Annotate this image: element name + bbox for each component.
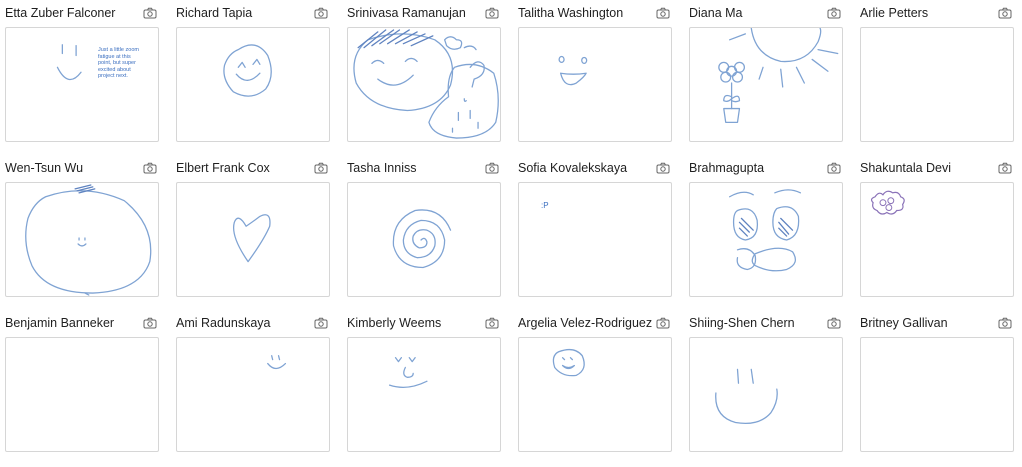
camera-icon[interactable] <box>314 316 328 329</box>
camera-icon[interactable] <box>827 316 841 329</box>
board-text: :P <box>541 201 549 210</box>
camera-icon[interactable] <box>143 6 157 19</box>
participant-card: Ami Radunskaya <box>171 310 331 460</box>
participant-card: Etta Zuber Falconer Just a little zoom f… <box>0 0 160 150</box>
participant-card: Brahmagupta <box>684 155 844 305</box>
participant-name: Shiing-Shen Chern <box>689 316 795 330</box>
participant-name: Argelia Velez-Rodriguez <box>518 316 653 330</box>
participant-card: Tasha Inniss <box>342 155 502 305</box>
participant-name: Arlie Petters <box>860 6 929 20</box>
camera-icon[interactable] <box>827 161 841 174</box>
camera-icon[interactable] <box>485 316 499 329</box>
participant-card: Shakuntala Devi <box>855 155 1015 305</box>
drawing-board[interactable] <box>5 182 159 297</box>
participant-card: Kimberly Weems <box>342 310 502 460</box>
camera-icon[interactable] <box>998 6 1012 19</box>
camera-icon[interactable] <box>998 161 1012 174</box>
drawing-board[interactable] <box>860 27 1014 142</box>
camera-icon[interactable] <box>314 6 328 19</box>
participant-name: Brahmagupta <box>689 161 765 175</box>
participant-name: Sofia Kovalekskaya <box>518 161 628 175</box>
participant-card: Argelia Velez-Rodriguez <box>513 310 673 460</box>
drawing-board[interactable] <box>689 337 843 452</box>
participant-name: Richard Tapia <box>176 6 253 20</box>
participant-name: Shakuntala Devi <box>860 161 952 175</box>
participant-card: Srinivasa Ramanujan <box>342 0 502 150</box>
participant-card: Shiing-Shen Chern <box>684 310 844 460</box>
participant-card: Talitha Washington <box>513 0 673 150</box>
camera-icon[interactable] <box>143 161 157 174</box>
drawing-board[interactable] <box>689 182 843 297</box>
camera-icon[interactable] <box>998 316 1012 329</box>
participant-name: Diana Ma <box>689 6 743 20</box>
camera-icon[interactable] <box>827 6 841 19</box>
participant-name: Etta Zuber Falconer <box>5 6 116 20</box>
participant-name: Talitha Washington <box>518 6 624 20</box>
participant-card: Arlie Petters <box>855 0 1015 150</box>
participant-card: Britney Gallivan <box>855 310 1015 460</box>
drawing-board[interactable] <box>689 27 843 142</box>
board-text: Just a little zoom fatigue at this point… <box>98 47 139 79</box>
camera-icon[interactable] <box>485 161 499 174</box>
drawing-board[interactable] <box>518 27 672 142</box>
participant-card: Richard Tapia <box>171 0 331 150</box>
drawing-board[interactable] <box>347 337 501 452</box>
drawing-board[interactable] <box>176 337 330 452</box>
participant-name: Elbert Frank Cox <box>176 161 270 175</box>
drawing-board[interactable] <box>860 337 1014 452</box>
drawing-board[interactable] <box>176 27 330 142</box>
participant-name: Ami Radunskaya <box>176 316 271 330</box>
camera-icon[interactable] <box>485 6 499 19</box>
participant-card: Wen-Tsun Wu <box>0 155 160 305</box>
participant-name: Srinivasa Ramanujan <box>347 6 466 20</box>
participant-card: Benjamin Banneker <box>0 310 160 460</box>
participant-card: Elbert Frank Cox <box>171 155 331 305</box>
drawing-board[interactable] <box>176 182 330 297</box>
camera-icon[interactable] <box>656 161 670 174</box>
drawing-board[interactable]: Just a little zoom fatigue at this point… <box>5 27 159 142</box>
participant-name: Kimberly Weems <box>347 316 442 330</box>
drawing-board[interactable] <box>518 337 672 452</box>
participant-name: Britney Gallivan <box>860 316 948 330</box>
participant-name: Benjamin Banneker <box>5 316 115 330</box>
camera-icon[interactable] <box>656 316 670 329</box>
camera-icon[interactable] <box>656 6 670 19</box>
drawing-board[interactable] <box>860 182 1014 297</box>
participant-name: Wen-Tsun Wu <box>5 161 84 175</box>
participant-card: Sofia Kovalekskaya :P <box>513 155 673 305</box>
drawing-board[interactable] <box>347 27 501 142</box>
drawing-board[interactable] <box>5 337 159 452</box>
camera-icon[interactable] <box>143 316 157 329</box>
camera-icon[interactable] <box>314 161 328 174</box>
participant-card: Diana Ma <box>684 0 844 150</box>
drawing-board[interactable] <box>347 182 501 297</box>
participant-grid: Etta Zuber Falconer Just a little zoom f… <box>0 0 1022 467</box>
drawing-board[interactable]: :P <box>518 182 672 297</box>
participant-name: Tasha Inniss <box>347 161 417 175</box>
